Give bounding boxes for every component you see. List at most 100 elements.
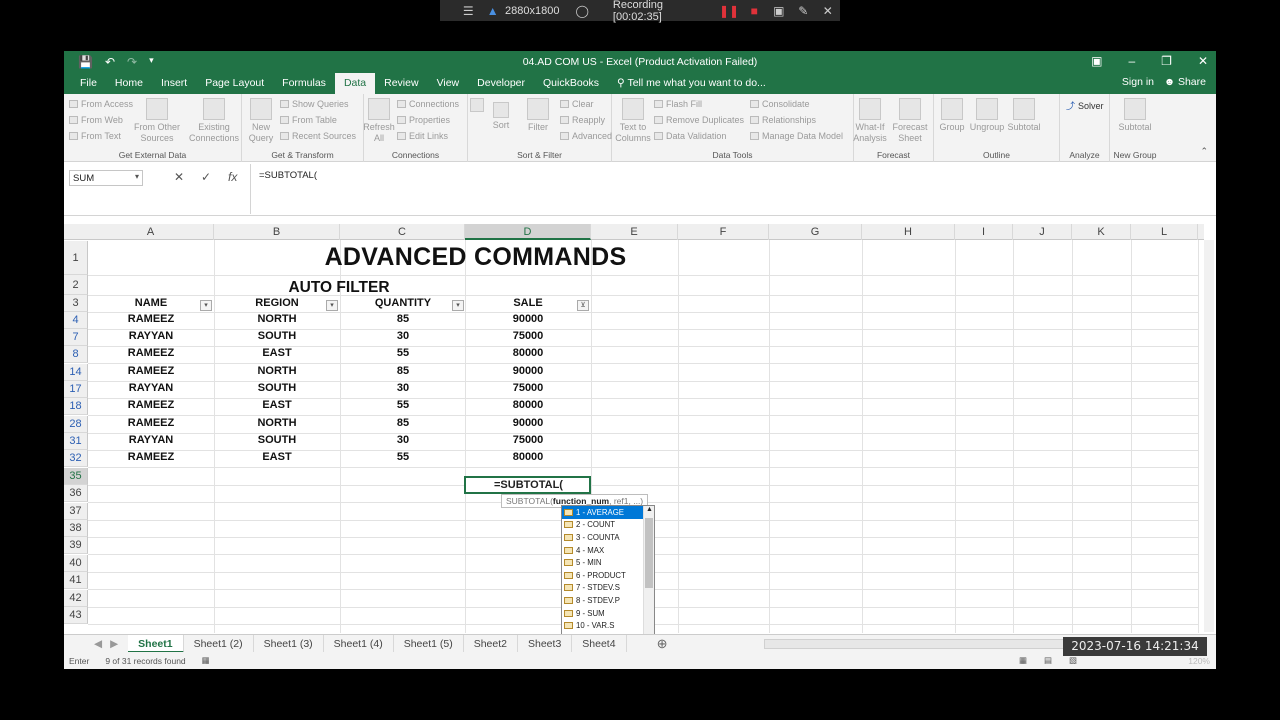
pause-icon[interactable]: ❚❚ [719, 4, 739, 18]
group-button[interactable]: Group [934, 98, 970, 133]
tab-data[interactable]: Data [334, 73, 376, 94]
from-text-button[interactable]: From Text [69, 131, 121, 141]
tab-formulas[interactable]: Formulas [273, 73, 335, 94]
stop-icon[interactable]: ■ [748, 4, 761, 18]
column-header-h[interactable]: H [862, 224, 955, 240]
autocomplete-scroll-thumb[interactable] [645, 518, 653, 588]
close-window-icon[interactable]: ✕ [1198, 54, 1208, 68]
tab-quickbooks[interactable]: QuickBooks [534, 73, 608, 94]
formula-input[interactable]: =SUBTOTAL( [250, 164, 1216, 214]
row-header[interactable]: 32 [64, 450, 88, 467]
sheet-tab[interactable]: Sheet1 (3) [254, 634, 324, 653]
row-header[interactable]: 42 [64, 590, 88, 607]
new-sheet-icon[interactable]: ⊕ [657, 636, 668, 652]
filter-dropdown-icon[interactable]: ▾ [452, 300, 464, 311]
row-header[interactable]: 7 [64, 329, 88, 346]
row-header[interactable]: 40 [64, 555, 88, 572]
autocomplete-item[interactable]: 6 - PRODUCT [562, 569, 654, 582]
row-header[interactable]: 41 [64, 572, 88, 589]
ribbon-display-icon[interactable]: ▣ [1091, 54, 1102, 68]
sign-in-link[interactable]: Sign in [1122, 76, 1154, 88]
autocomplete-item[interactable]: 3 - COUNTA [562, 531, 654, 544]
insert-function-icon[interactable]: fx [228, 170, 237, 184]
column-header-e[interactable]: E [591, 224, 678, 240]
tab-developer[interactable]: Developer [468, 73, 534, 94]
row-header[interactable]: 18 [64, 398, 88, 415]
column-header-c[interactable]: C [340, 224, 465, 240]
row-header[interactable]: 35 [64, 468, 88, 485]
filter-button[interactable]: Filter [520, 98, 556, 133]
tab-insert[interactable]: Insert [152, 73, 196, 94]
tell-me-search[interactable]: ⚲ Tell me what you want to do... [608, 73, 775, 94]
sheet-tab[interactable]: Sheet4 [572, 634, 627, 653]
autocomplete-item[interactable]: 1 - AVERAGE [562, 506, 654, 519]
filter-dropdown-icon[interactable]: ▾ [200, 300, 212, 311]
data-validation-button[interactable]: Data Validation [654, 131, 726, 141]
what-if-analysis-button[interactable]: What-If Analysis [848, 98, 892, 144]
close-icon[interactable]: ✕ [822, 4, 835, 18]
from-other-sources-button[interactable]: From Other Sources [132, 98, 182, 144]
pen-icon[interactable]: ✎ [797, 4, 810, 18]
show-queries-button[interactable]: Show Queries [280, 99, 349, 109]
row-header[interactable]: 8 [64, 346, 88, 363]
macro-record-icon[interactable]: ▦ [202, 655, 210, 666]
sheet-tab[interactable]: Sheet1 (4) [324, 634, 394, 653]
zoom-level[interactable]: 120% [1188, 656, 1210, 666]
tab-page-layout[interactable]: Page Layout [196, 73, 273, 94]
filter-applied-icon[interactable]: ⊻ [577, 300, 589, 311]
next-sheet-icon[interactable]: ▶ [110, 638, 118, 650]
row-header[interactable]: 1 [64, 241, 88, 275]
prev-sheet-icon[interactable]: ◀ [94, 638, 102, 650]
tab-review[interactable]: Review [375, 73, 427, 94]
drop-icon[interactable]: ◯ [575, 4, 588, 18]
sheet-tab[interactable]: Sheet2 [464, 634, 518, 653]
tab-file[interactable]: File [71, 73, 106, 94]
page-break-view-icon[interactable]: ▧ [1069, 655, 1077, 666]
recent-sources-button[interactable]: Recent Sources [280, 131, 356, 141]
autocomplete-item[interactable]: 4 - MAX [562, 544, 654, 557]
connections-button[interactable]: Connections [397, 99, 459, 109]
subtotal-button[interactable]: Subtotal [1004, 98, 1044, 133]
tab-home[interactable]: Home [106, 73, 152, 94]
filter-dropdown-icon[interactable]: ▾ [326, 300, 338, 311]
existing-connections-button[interactable]: Existing Connections [189, 98, 239, 144]
column-header-k[interactable]: K [1072, 224, 1131, 240]
worksheet-grid[interactable]: ABCDEFGHIJKL 1 2 3 4 7 8 14 17 18 28 31 32 35 36 37 38 3… [64, 224, 1216, 657]
row-header[interactable]: 31 [64, 433, 88, 450]
restore-icon[interactable]: ❐ [1161, 54, 1172, 68]
from-web-button[interactable]: From Web [69, 115, 123, 125]
scroll-up-icon[interactable]: ▲ [646, 506, 653, 513]
normal-view-icon[interactable]: ▦ [1019, 655, 1027, 666]
column-header-f[interactable]: F [678, 224, 769, 240]
row-header[interactable]: 38 [64, 520, 88, 537]
flash-fill-button[interactable]: Flash Fill [654, 99, 702, 109]
cancel-icon[interactable]: ✕ [174, 170, 184, 184]
name-box[interactable]: SUM [69, 170, 143, 186]
autocomplete-item[interactable]: 7 - STDEV.S [562, 582, 654, 595]
tab-view[interactable]: View [428, 73, 469, 94]
minimize-icon[interactable]: – [1128, 54, 1135, 68]
forecast-sheet-button[interactable]: Forecast Sheet [888, 98, 932, 144]
pin-icon[interactable]: ▲ [487, 4, 500, 18]
autocomplete-item[interactable]: 10 - VAR.S [562, 619, 654, 632]
row-header[interactable]: 39 [64, 537, 88, 554]
relationships-button[interactable]: Relationships [750, 115, 816, 125]
remove-duplicates-button[interactable]: Remove Duplicates [654, 115, 744, 125]
column-header-d[interactable]: D [465, 224, 591, 240]
active-cell[interactable]: =SUBTOTAL( [464, 476, 591, 494]
text-to-columns-button[interactable]: Text to Columns [608, 98, 658, 144]
collapse-ribbon-icon[interactable]: ⌃ [1200, 146, 1208, 157]
menu-icon[interactable]: ☰ [462, 4, 475, 18]
row-header[interactable]: 17 [64, 381, 88, 398]
row-header[interactable]: 14 [64, 364, 88, 381]
reapply-button[interactable]: Reapply [560, 115, 605, 125]
sheet-tab[interactable]: Sheet1 (2) [184, 634, 254, 653]
consolidate-button[interactable]: Consolidate [750, 99, 810, 109]
row-header[interactable]: 3 [64, 295, 88, 312]
row-header[interactable]: 43 [64, 607, 88, 624]
column-header-g[interactable]: G [769, 224, 862, 240]
solver-button[interactable]: ⤴ Solver [1066, 99, 1104, 112]
autocomplete-item[interactable]: 8 - STDEV.P [562, 594, 654, 607]
clear-filter-button[interactable]: Clear [560, 99, 594, 109]
column-header-j[interactable]: J [1013, 224, 1072, 240]
